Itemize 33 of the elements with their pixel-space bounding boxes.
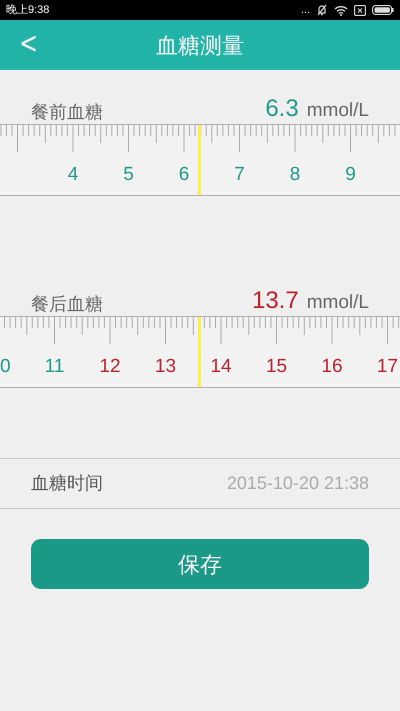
battery-icon [372,5,394,15]
back-button[interactable]: < [19,28,38,60]
scale-number: 17 [376,355,398,379]
wifi-icon [334,4,348,16]
glucose-reading: 13.7 [252,286,299,316]
ruler-label: 餐后血糖 [31,293,103,316]
scale-number: 11 [44,355,64,379]
scale-number: 6 [178,163,190,187]
sim-icon [354,4,366,16]
scale-number: 12 [99,355,121,379]
time-label: 血糖时间 [31,472,103,495]
save-button[interactable]: 保存 [31,539,369,589]
page-title: 血糖测量 [156,32,244,60]
scale-number: 4 [68,163,78,187]
scale-number: 14 [210,355,232,379]
scale-number: 0 [0,355,11,379]
scale-number: 5 [123,163,134,187]
scale-number: 15 [266,355,288,379]
scale-number: 8 [290,163,300,187]
unit-label: mmol/L [306,291,369,315]
time-value[interactable]: 2015-10-20 21:38 [226,470,369,497]
ruler-scale[interactable]: 0 11 12 13 14 15 16 17 [0,316,400,388]
ruler-scale[interactable]: 4 5 6 7 8 9 [0,124,400,196]
scale-number: 9 [345,163,356,187]
status-time: 晚上9:38 [6,2,50,18]
scale-number: 13 [154,355,176,379]
glucose-reading: 6.3 [265,94,299,124]
unit-label: mmol/L [306,99,369,123]
scale-number: 7 [234,163,245,187]
ruler-label: 餐前血糖 [31,101,103,124]
bell-off-icon [316,4,328,16]
more-icon: ... [300,4,310,16]
scale-number: 16 [321,355,343,379]
